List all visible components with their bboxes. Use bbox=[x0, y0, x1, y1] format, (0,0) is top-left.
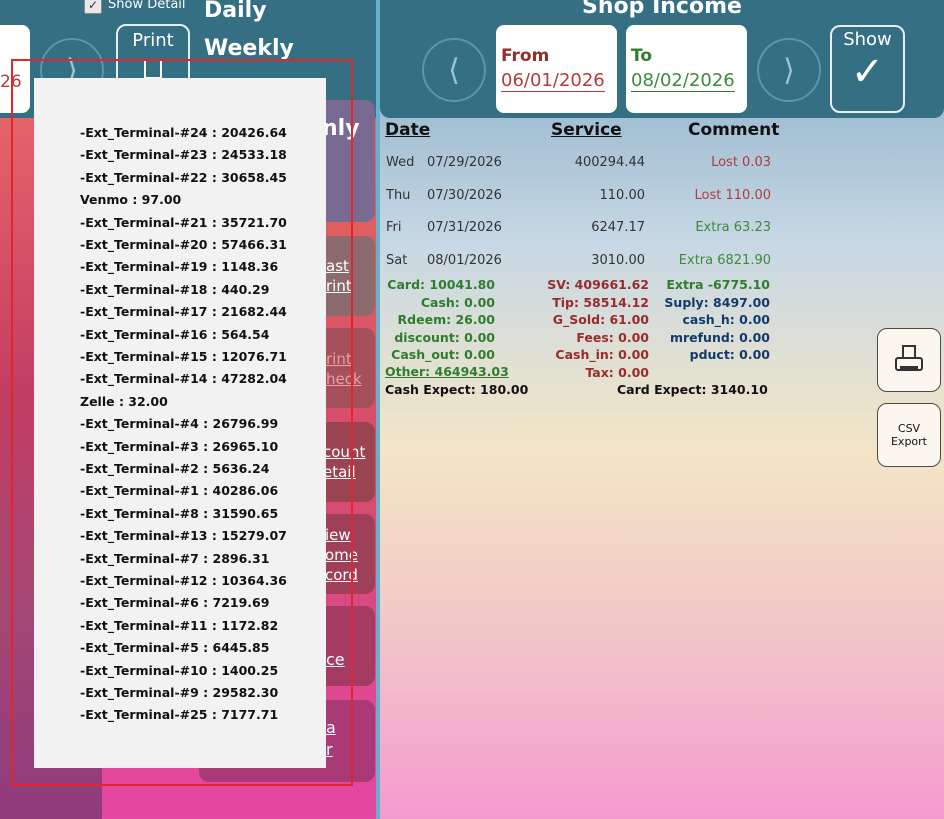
terminal-line: -Ext_Terminal-#19 : 1148.36 bbox=[80, 259, 279, 275]
menu-daily[interactable]: Daily bbox=[204, 0, 267, 23]
summary-gsold: G_Sold: 61.00 bbox=[552, 312, 649, 328]
row-date: 07/30/2026 bbox=[427, 188, 502, 203]
terminal-line: -Ext_Terminal-#12 : 10364.36 bbox=[80, 573, 287, 588]
summary-fees: Fees: 0.00 bbox=[576, 329, 649, 345]
page-title: Shop Income bbox=[582, 0, 742, 19]
terminal-line: -Ext_Terminal-#4 : 26796.99 bbox=[80, 416, 279, 432]
terminal-line: -Ext_Terminal-#18 : 440.29 bbox=[80, 281, 270, 297]
summary-card: Card: 10041.80 bbox=[387, 277, 495, 292]
summary-col1: Card: 10041.80 Cash: 0.00 Rdeem: 26.00 d… bbox=[385, 276, 495, 364]
printer-button[interactable] bbox=[877, 328, 941, 392]
csv-export-button[interactable]: CSV Export bbox=[877, 403, 941, 467]
to-date-value[interactable]: 08/02/2026 bbox=[631, 70, 735, 92]
row-service: 3010.00 bbox=[591, 253, 645, 268]
terminal-line: -Ext_Terminal-#10 : 1400.25 bbox=[80, 662, 279, 678]
table-row[interactable]: Thu 07/30/2026 110.00 Lost 110.00 bbox=[385, 188, 775, 210]
terminal-line: -Ext_Terminal-#21 : 35721.70 bbox=[80, 214, 287, 230]
row-comment: Lost 110.00 bbox=[694, 188, 771, 203]
export-label: Export bbox=[890, 435, 927, 448]
row-service: 400294.44 bbox=[574, 155, 645, 170]
show-detail-checkbox[interactable]: ✓ bbox=[84, 0, 102, 14]
menu-weekly[interactable]: Weekly bbox=[204, 36, 294, 61]
row-date: 08/01/2026 bbox=[427, 253, 502, 268]
summary-other-link[interactable]: Other: 464943.03 bbox=[385, 364, 509, 379]
terminal-line: -Ext_Terminal-#7 : 2896.31 bbox=[80, 550, 270, 566]
terminal-line: -Ext_Terminal-#11 : 1172.82 bbox=[80, 617, 279, 633]
terminal-line: -Ext_Terminal-#20 : 57466.31 bbox=[80, 237, 287, 252]
printer-icon bbox=[895, 345, 923, 375]
row-date: 07/31/2026 bbox=[427, 220, 502, 235]
terminal-line: -Ext_Terminal-#1 : 40286.06 bbox=[80, 483, 279, 499]
summary-sv: SV: 409661.62 bbox=[547, 277, 649, 292]
from-label: From bbox=[501, 46, 550, 66]
row-day: Thu bbox=[386, 188, 411, 203]
terminal-line: -Ext_Terminal-#14 : 47282.04 bbox=[80, 371, 287, 387]
csv-label: CSV bbox=[897, 422, 921, 435]
service-header[interactable]: Service bbox=[551, 120, 622, 140]
to-date-card[interactable]: To 08/02/2026 bbox=[626, 25, 747, 113]
row-comment: Lost 0.03 bbox=[711, 155, 771, 170]
terminal-line: -Ext_Terminal-#3 : 26965.10 bbox=[80, 438, 279, 454]
row-date: 07/29/2026 bbox=[427, 155, 502, 170]
summary-pduct: pduct: 0.00 bbox=[689, 347, 770, 363]
table-row[interactable]: Sat 08/01/2026 3010.00 Extra 6821.90 bbox=[385, 253, 775, 275]
show-button[interactable]: Show ✓ bbox=[830, 25, 905, 113]
terminal-line: -Ext_Terminal-#25 : 7177.71 bbox=[80, 707, 279, 723]
terminal-line: -Ext_Terminal-#23 : 24533.18 bbox=[80, 147, 287, 163]
prev-range-button[interactable]: ⟨ bbox=[422, 38, 486, 102]
row-day: Sat bbox=[386, 253, 408, 268]
table-row[interactable]: Fri 07/31/2026 6247.17 Extra 63.23 bbox=[385, 220, 775, 242]
summary-col2: SV: 409661.62 Tip: 58514.12 G_Sold: 61.0… bbox=[540, 276, 649, 382]
to-label: To bbox=[631, 46, 653, 66]
row-comment: Extra 63.23 bbox=[695, 220, 771, 235]
table-row[interactable]: Wed 07/29/2026 400294.44 Lost 0.03 bbox=[385, 155, 775, 177]
summary-cash: Cash: 0.00 bbox=[420, 294, 495, 310]
terminal-line: -Ext_Terminal-#8 : 31590.65 bbox=[80, 505, 279, 521]
panel-divider bbox=[376, 0, 380, 819]
check-icon: ✓ bbox=[850, 49, 885, 95]
summary-cash-h: cash_h: 0.00 bbox=[682, 312, 770, 328]
summary-discount: discount: 0.00 bbox=[394, 329, 495, 345]
row-day: Wed bbox=[386, 155, 415, 170]
summary-mrefund: mrefund: 0.00 bbox=[669, 329, 770, 345]
summary-suply: Suply: 8497.00 bbox=[664, 294, 770, 310]
from-date-card[interactable]: From 06/01/2026 bbox=[496, 25, 617, 113]
summary-rdeem: Rdeem: 26.00 bbox=[397, 312, 495, 328]
next-range-button[interactable]: ⟩ bbox=[757, 38, 821, 102]
summary-extra: Extra -6775.10 bbox=[666, 277, 770, 292]
terminal-line: Venmo : 97.00 bbox=[80, 192, 182, 208]
summary-tip: Tip: 58514.12 bbox=[552, 294, 649, 310]
show-label: Show bbox=[843, 29, 892, 50]
summary-cash-in: Cash_in: 0.00 bbox=[555, 347, 649, 363]
terminal-line: -Ext_Terminal-#16 : 564.54 bbox=[80, 326, 270, 342]
terminal-line: -Ext_Terminal-#15 : 12076.71 bbox=[80, 349, 287, 364]
summary-tax: Tax: 0.00 bbox=[585, 364, 649, 380]
terminal-line: -Ext_Terminal-#22 : 30658.45 bbox=[80, 169, 287, 185]
print-label: Print bbox=[132, 30, 174, 51]
terminal-line: -Ext_Terminal-#9 : 29582.30 bbox=[80, 685, 279, 700]
terminal-line: Zelle : 32.00 bbox=[80, 393, 168, 409]
row-comment: Extra 6821.90 bbox=[678, 253, 771, 268]
from-date-value[interactable]: 06/01/2026 bbox=[501, 70, 605, 92]
comment-header: Comment bbox=[688, 120, 780, 140]
summary-cash-out: Cash_out: 0.00 bbox=[391, 347, 495, 363]
summary-col3: Extra -6775.10 Suply: 8497.00 cash_h: 0.… bbox=[660, 276, 770, 364]
terminal-line: -Ext_Terminal-#17 : 21682.44 bbox=[80, 304, 287, 320]
card-expect: Card Expect: 3140.10 bbox=[617, 382, 768, 397]
date-header[interactable]: Date bbox=[385, 120, 430, 140]
terminal-line: -Ext_Terminal-#24 : 20426.64 bbox=[80, 125, 287, 140]
row-day: Fri bbox=[386, 220, 402, 235]
row-service: 110.00 bbox=[599, 188, 646, 203]
show-detail-label: Show Detail bbox=[108, 0, 186, 12]
terminal-line: -Ext_Terminal-#5 : 6445.85 bbox=[80, 640, 270, 656]
row-service: 6247.17 bbox=[591, 220, 645, 235]
cash-expect: Cash Expect: 180.00 bbox=[385, 382, 529, 397]
terminal-line: -Ext_Terminal-#6 : 7219.69 bbox=[80, 595, 270, 611]
terminal-line: -Ext_Terminal-#2 : 5636.24 bbox=[80, 461, 270, 476]
terminal-line: -Ext_Terminal-#13 : 15279.07 bbox=[80, 528, 287, 544]
